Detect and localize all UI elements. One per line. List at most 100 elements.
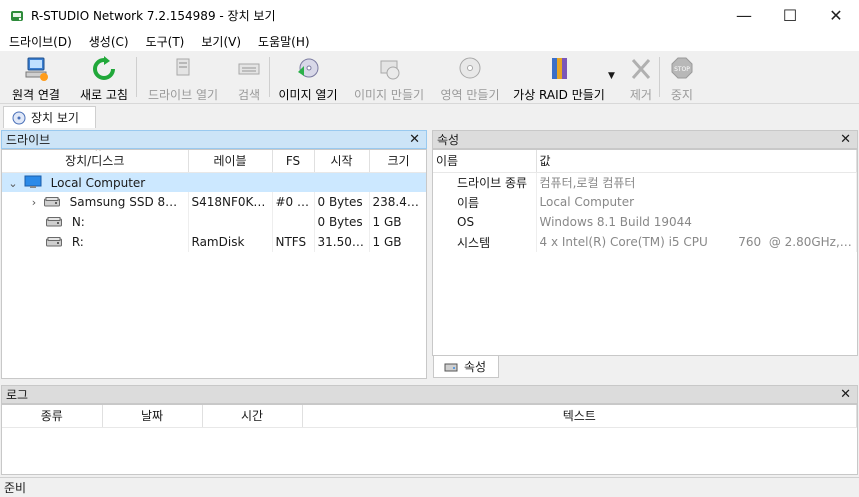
remote-connect-button[interactable]: 원격 연결 xyxy=(0,51,72,103)
start-cell: 31.50 KB xyxy=(314,232,370,252)
r-studio-app-icon xyxy=(11,10,23,21)
properties-panel-header: 속성 ✕ xyxy=(432,130,858,149)
maximize-button[interactable]: ☐ xyxy=(767,0,813,31)
property-row[interactable]: 시스템 4 x Intel(R) Core(TM) i5 CPU 760 @ 2… xyxy=(433,232,857,252)
menu-tools[interactable]: 도구(T) xyxy=(137,33,193,50)
refresh-button[interactable]: 새로 고침 xyxy=(72,51,136,103)
hard-disk-icon xyxy=(46,217,62,227)
open-image-icon xyxy=(298,58,319,78)
remove-button[interactable]: 제거 xyxy=(623,51,659,103)
column-header-label[interactable]: 레이블 xyxy=(188,150,273,173)
drives-panel-header: 드라이브 ✕ xyxy=(1,130,427,149)
open-drive-label: 드라이브 열기 xyxy=(147,88,219,102)
log-panel-title: 로그 xyxy=(6,388,29,402)
property-row[interactable]: OS Windows 8.1 Build 19044 xyxy=(433,212,857,232)
property-value: Local Computer xyxy=(536,192,857,212)
column-header-time[interactable]: 시간 xyxy=(202,405,303,428)
device-name: Local Computer xyxy=(50,175,146,190)
property-name: 시스템 xyxy=(433,232,537,252)
device-name: R: xyxy=(71,235,84,249)
create-virtual-raid-label: 가상 RAID 만들기 xyxy=(513,88,605,102)
fs-cell: #0 S... xyxy=(272,192,315,212)
size-cell: 238.47... xyxy=(369,192,426,212)
create-region-label: 영역 만들기 xyxy=(440,88,500,102)
drives-panel-close-icon[interactable]: ✕ xyxy=(409,131,420,148)
svg-text:STOP: STOP xyxy=(674,66,690,73)
table-row[interactable]: R: RamDisk NTFS 31.50 KB 1 GB xyxy=(2,232,426,252)
log-panel: 종류 날짜 시간 텍스트 xyxy=(1,404,858,475)
create-region-button[interactable]: 영역 만들기 xyxy=(432,51,508,103)
remove-label: 제거 xyxy=(629,88,652,102)
fs-cell xyxy=(272,212,315,232)
menu-create[interactable]: 생성(C) xyxy=(80,33,137,50)
properties-icon xyxy=(444,363,458,371)
log-panel-close-icon[interactable]: ✕ xyxy=(840,386,851,403)
column-header-start[interactable]: 시작 xyxy=(314,150,370,173)
property-value: 4 x Intel(R) Core(TM) i5 CPU 760 @ 2.80G… xyxy=(536,232,857,252)
column-header-date[interactable]: 날짜 xyxy=(102,405,203,428)
table-row[interactable]: › Samsung SSD 860 ... S418NF0K4... #0 S.… xyxy=(2,192,426,212)
raid-dropdown-arrow-icon[interactable]: ▼ xyxy=(608,51,615,103)
computer-icon xyxy=(24,175,42,188)
table-row[interactable]: ⌄ Local Computer xyxy=(2,172,426,192)
create-image-label: 이미지 만들기 xyxy=(353,88,425,102)
menu-help[interactable]: 도움말(H) xyxy=(249,33,318,50)
collapse-arrow-icon[interactable]: ⌄ xyxy=(6,177,20,190)
property-row[interactable]: 드라이브 종류 컴퓨터,로컬 컴퓨터 xyxy=(433,172,857,192)
drives-panel-title: 드라이브 xyxy=(6,133,51,147)
column-header-size[interactable]: 크기 xyxy=(369,150,426,173)
column-header-text[interactable]: 텍스트 xyxy=(302,405,857,428)
close-button[interactable]: ✕ xyxy=(813,0,859,31)
refresh-label: 새로 고침 xyxy=(80,88,128,102)
minimize-button[interactable]: — xyxy=(721,0,767,31)
column-header-fs[interactable]: FS xyxy=(272,150,315,173)
column-header-type[interactable]: 종류 xyxy=(2,405,103,428)
remote-connect-label: 원격 연결 xyxy=(12,88,60,102)
property-row[interactable]: 이름 Local Computer xyxy=(433,192,857,212)
drives-table: ^ 장치/디스크 레이블 FS 시작 크기 ⌄ Local Computer ›… xyxy=(2,149,426,252)
size-cell: 1 GB xyxy=(369,212,426,232)
stop-button[interactable]: STOP 중지 xyxy=(660,51,704,103)
fs-cell: NTFS xyxy=(272,232,315,252)
refresh-icon xyxy=(93,56,115,80)
title-bar: R-STUDIO Network 7.2.154989 - 장치 보기 — ☐ … xyxy=(0,0,859,31)
device-name: N: xyxy=(71,215,85,229)
menu-bar: 드라이브(D) 생성(C) 도구(T) 보기(V) 도움말(H) xyxy=(0,31,859,51)
column-header-device[interactable]: ^ 장치/디스크 xyxy=(2,149,189,173)
property-value: Windows 8.1 Build 19044 xyxy=(536,212,857,232)
column-header-name[interactable]: 이름 xyxy=(433,150,537,173)
log-table: 종류 날짜 시간 텍스트 xyxy=(2,405,857,428)
log-panel-header: 로그 ✕ xyxy=(1,385,858,404)
expand-arrow-icon[interactable]: › xyxy=(28,196,40,209)
hard-disk-icon xyxy=(46,237,62,247)
column-header-value[interactable]: 값 xyxy=(536,150,857,173)
table-row[interactable]: N: 0 Bytes 1 GB xyxy=(2,212,426,232)
menu-drive[interactable]: 드라이브(D) xyxy=(0,33,80,50)
properties-panel-close-icon[interactable]: ✕ xyxy=(840,131,851,148)
properties-panel: 이름 값 드라이브 종류 컴퓨터,로컬 컴퓨터 이름 Local Compute… xyxy=(432,149,858,356)
property-name: OS xyxy=(433,212,537,232)
create-image-icon xyxy=(380,60,400,80)
open-image-button[interactable]: 이미지 열기 xyxy=(270,51,346,103)
open-drive-button[interactable]: 드라이브 열기 xyxy=(137,51,229,103)
label-cell: S418NF0K4... xyxy=(188,192,273,212)
scan-button[interactable]: 검색 xyxy=(229,51,269,103)
tab-device-view[interactable]: 장치 보기 xyxy=(3,106,96,128)
property-name: 드라이브 종류 xyxy=(433,172,537,192)
toolbar: 원격 연결 새로 고침 드라이브 열기 검색 이미지 열기 이미지 만들기 영역… xyxy=(0,51,859,104)
stop-label: 중지 xyxy=(670,88,693,102)
remove-icon xyxy=(631,59,651,79)
size-cell: 1 GB xyxy=(369,232,426,252)
tab-properties[interactable]: 속성 xyxy=(433,356,499,378)
create-virtual-raid-button[interactable]: 가상 RAID 만들기 xyxy=(508,51,610,103)
status-text: 준비 xyxy=(4,481,27,495)
menu-view[interactable]: 보기(V) xyxy=(192,33,249,50)
open-image-label: 이미지 열기 xyxy=(278,88,338,102)
sort-caret-icon: ^ xyxy=(94,149,102,156)
start-cell: 0 Bytes xyxy=(314,212,370,232)
start-cell: 0 Bytes xyxy=(314,192,370,212)
tab-strip: 장치 보기 xyxy=(0,104,859,128)
create-image-button[interactable]: 이미지 만들기 xyxy=(346,51,432,103)
device-name: Samsung SSD 860 ... xyxy=(69,195,188,209)
label-cell: RamDisk xyxy=(188,232,273,252)
